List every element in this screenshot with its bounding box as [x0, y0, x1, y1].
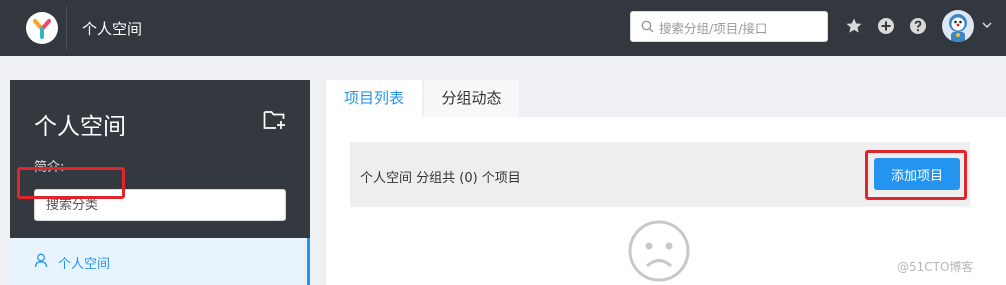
sidebar-item-personal-space[interactable]: 个人空间 — [10, 238, 310, 285]
user-avatar[interactable] — [942, 10, 974, 42]
header-search[interactable] — [630, 11, 828, 42]
star-icon[interactable] — [845, 17, 863, 35]
highlight-box-add-button — [865, 150, 967, 200]
tab-group-activity[interactable]: 分组动态 — [424, 80, 519, 117]
sad-face-icon — [628, 220, 690, 282]
header-search-input[interactable] — [657, 18, 826, 38]
watermark: @51CTO博客 — [897, 260, 974, 274]
add-folder-icon[interactable] — [263, 110, 287, 130]
header-breadcrumb-title: 个人空间 — [82, 20, 143, 38]
search-icon — [641, 20, 654, 33]
tab-project-list[interactable]: 项目列表 — [326, 80, 422, 117]
category-search-input[interactable] — [44, 197, 278, 214]
sidebar-item-label: 个人空间 — [58, 257, 111, 272]
top-header: 个人空间 — [0, 0, 1006, 56]
add-circle-icon[interactable] — [877, 17, 895, 35]
user-icon — [34, 253, 48, 268]
app-logo-icon[interactable] — [26, 12, 58, 44]
help-icon[interactable] — [909, 17, 927, 35]
project-count-text: 个人空间 分组共 (0) 个项目 — [360, 171, 521, 186]
highlight-box-sidebar-item — [17, 167, 125, 199]
group-title: 个人空间 — [34, 114, 126, 140]
chevron-down-icon[interactable] — [982, 22, 992, 29]
header-divider — [66, 6, 67, 50]
